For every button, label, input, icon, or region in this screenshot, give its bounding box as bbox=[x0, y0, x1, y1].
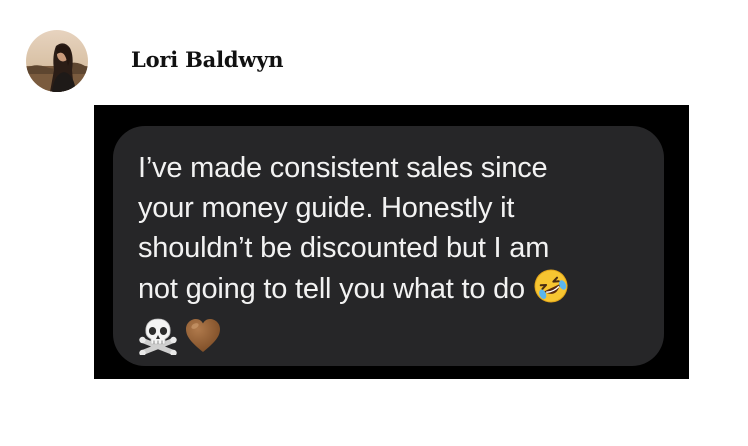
message-line-with-emoji: not going to tell you what to do bbox=[138, 268, 640, 315]
message-line: shouldn’t be discounted but I am bbox=[138, 232, 550, 264]
emoji-row bbox=[138, 317, 640, 360]
message-line: I’ve made consistent sales since bbox=[138, 152, 548, 184]
message-text: I’ve made consistent sales since your mo… bbox=[138, 148, 640, 315]
message-line: not going to tell you what to do bbox=[138, 273, 525, 305]
author-header bbox=[26, 30, 88, 92]
message-screenshot: I’ve made consistent sales since your mo… bbox=[94, 105, 689, 379]
author-name[interactable]: Lori Baldwyn bbox=[131, 47, 283, 72]
message-line: your money guide. Honestly it bbox=[138, 192, 515, 224]
message-bubble: I’ve made consistent sales since your mo… bbox=[113, 126, 664, 366]
avatar[interactable] bbox=[26, 30, 88, 92]
rolling-on-floor-laughing-emoji-icon bbox=[533, 268, 569, 315]
skull-and-crossbones-icon bbox=[138, 317, 178, 360]
brown-heart-icon bbox=[184, 318, 222, 359]
